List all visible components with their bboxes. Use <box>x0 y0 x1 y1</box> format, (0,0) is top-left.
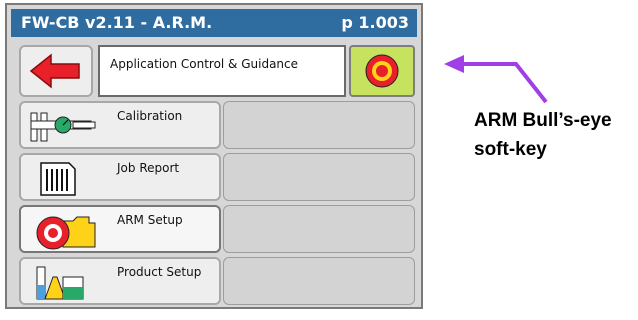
calibration-label: Calibration <box>117 109 183 123</box>
arm-setup-button[interactable]: ARM Setup <box>19 205 221 253</box>
job-report-label: Job Report <box>117 161 180 175</box>
annotation-line-1: ARM Bull’s-eye <box>474 110 612 131</box>
page-title-text: Application Control & Guidance <box>110 57 299 71</box>
firmware-version: FW-CB v2.11 - A.R.M. <box>21 13 213 32</box>
back-button[interactable] <box>19 45 93 97</box>
arm-bullseye-softkey[interactable] <box>349 45 415 97</box>
product-setup-label: Product Setup <box>117 265 202 279</box>
annotation-arrow <box>444 55 548 104</box>
page-title: Application Control & Guidance <box>98 45 346 97</box>
bullseye-icon <box>365 54 399 88</box>
title-bar: FW-CB v2.11 - A.R.M. p 1.003 <box>11 9 417 37</box>
red-left-arrow-icon <box>29 53 80 89</box>
empty-softkey-1[interactable] <box>223 101 415 149</box>
product-setup-beakers-icon <box>36 266 84 300</box>
empty-softkey-3[interactable] <box>223 205 415 253</box>
device-screen: FW-CB v2.11 - A.R.M. p 1.003 Application… <box>5 3 423 309</box>
page-number: p 1.003 <box>341 13 409 32</box>
annotation-line-2: soft-key <box>474 139 547 160</box>
arm-setup-bullseye-folder-icon <box>36 216 96 250</box>
arm-setup-label: ARM Setup <box>117 213 183 227</box>
annotation-label: ARM Bull’s-eye soft-key <box>474 106 612 164</box>
job-report-ledger-icon <box>40 162 76 196</box>
empty-softkey-4[interactable] <box>223 257 415 305</box>
product-setup-button[interactable]: Product Setup <box>19 257 221 305</box>
calibration-caliper-icon <box>30 112 96 142</box>
calibration-button[interactable]: Calibration <box>19 101 221 149</box>
job-report-button[interactable]: Job Report <box>19 153 221 201</box>
empty-softkey-2[interactable] <box>223 153 415 201</box>
